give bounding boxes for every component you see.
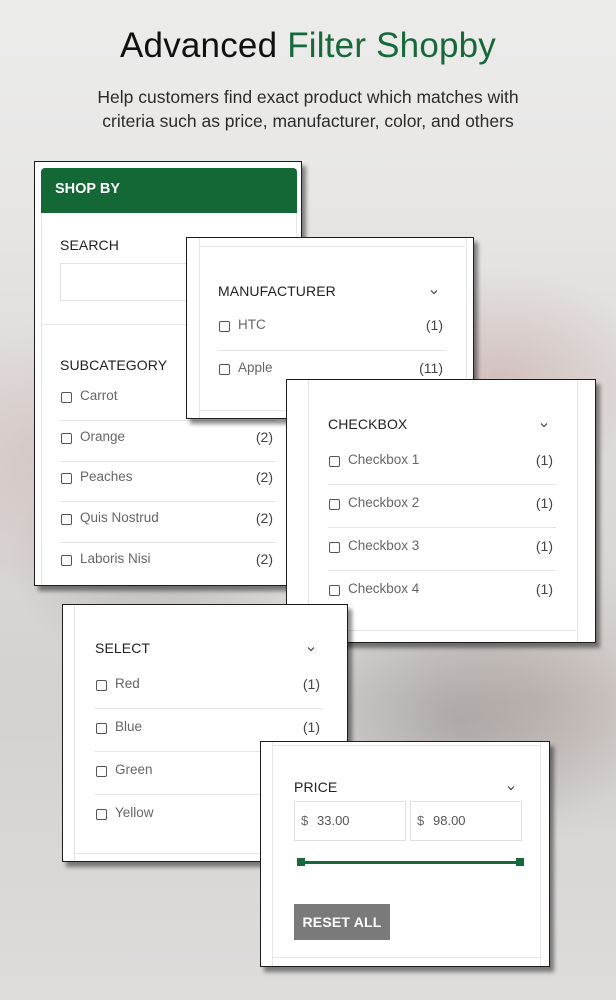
option-count: (1) bbox=[302, 676, 320, 692]
price-slider-track[interactable] bbox=[299, 861, 521, 864]
checkbox-icon[interactable] bbox=[96, 680, 107, 691]
divider bbox=[540, 742, 541, 966]
currency-symbol: $ bbox=[417, 813, 425, 828]
divider bbox=[308, 630, 577, 631]
divider bbox=[199, 238, 200, 418]
divider bbox=[272, 742, 273, 966]
title-main: Advanced bbox=[119, 26, 278, 65]
price-slider-max-handle[interactable] bbox=[516, 858, 524, 866]
chevron-down-icon[interactable] bbox=[429, 288, 439, 296]
option-label: Checkbox 3 bbox=[348, 538, 420, 553]
filter-option[interactable]: Checkbox 1 (1) bbox=[328, 442, 556, 485]
chevron-down-icon[interactable] bbox=[506, 784, 516, 792]
option-label: HTC bbox=[238, 317, 266, 332]
option-label: Peaches bbox=[80, 469, 133, 485]
divider bbox=[41, 213, 42, 585]
price-min-value: 33.00 bbox=[317, 813, 350, 828]
option-label: Carrot bbox=[80, 388, 118, 403]
divider bbox=[308, 380, 309, 642]
checkbox-icon[interactable] bbox=[96, 766, 107, 777]
price-max-input[interactable]: $ 98.00 bbox=[410, 801, 522, 841]
price-title: PRICE bbox=[294, 779, 338, 795]
option-count: (2) bbox=[255, 510, 273, 527]
subcategory-label: SUBCATEGORY bbox=[60, 357, 168, 373]
page-subtitle: Help customers find exact product which … bbox=[0, 85, 616, 133]
option-label: Quis Nostrud bbox=[80, 510, 159, 526]
option-label: Green bbox=[115, 762, 153, 777]
price-panel: PRICE $ 33.00 $ 98.00 RESET ALL bbox=[260, 741, 550, 967]
chevron-down-icon[interactable] bbox=[539, 421, 549, 429]
option-count: (1) bbox=[535, 581, 553, 597]
option-label: Laboris Nisi bbox=[80, 550, 151, 566]
checkbox-title: CHECKBOX bbox=[328, 416, 408, 432]
checkbox-icon[interactable] bbox=[61, 514, 72, 526]
divider bbox=[272, 745, 541, 746]
currency-symbol: $ bbox=[301, 813, 309, 828]
option-label: Checkbox 2 bbox=[348, 495, 420, 510]
divider bbox=[199, 246, 465, 247]
option-label: Red bbox=[115, 676, 140, 691]
filter-option[interactable]: Red (1) bbox=[95, 666, 323, 709]
option-label: Orange bbox=[80, 428, 126, 444]
filter-option[interactable]: Checkbox 3 (1) bbox=[328, 528, 556, 571]
filter-option[interactable]: Checkbox 4 (1) bbox=[328, 571, 556, 614]
option-count: (1) bbox=[535, 495, 553, 511]
checkbox-icon[interactable] bbox=[219, 321, 230, 332]
chevron-down-icon[interactable] bbox=[306, 645, 316, 653]
checkbox-icon[interactable] bbox=[96, 723, 107, 734]
filter-option[interactable]: Orange (2) bbox=[60, 419, 276, 462]
price-max-value: 98.00 bbox=[433, 813, 466, 828]
checkbox-icon[interactable] bbox=[329, 499, 340, 510]
checkbox-icon[interactable] bbox=[219, 364, 230, 375]
price-min-input[interactable]: $ 33.00 bbox=[294, 801, 406, 841]
select-title: SELECT bbox=[95, 640, 151, 656]
option-label: Checkbox 1 bbox=[348, 452, 420, 467]
checkbox-icon[interactable] bbox=[329, 585, 340, 596]
checkbox-icon[interactable] bbox=[61, 473, 72, 485]
checkbox-icon[interactable] bbox=[61, 392, 72, 403]
filter-option[interactable]: Quis Nostrud (2) bbox=[60, 500, 276, 544]
checkbox-icon[interactable] bbox=[96, 809, 107, 820]
search-label: SEARCH bbox=[60, 237, 119, 253]
filter-option[interactable]: Checkbox 2 (1) bbox=[328, 485, 556, 528]
checkbox-icon[interactable] bbox=[61, 432, 72, 444]
filter-option[interactable]: Peaches (2) bbox=[60, 459, 276, 503]
filter-option[interactable]: HTC (1) bbox=[218, 308, 446, 351]
checkbox-icon[interactable] bbox=[329, 542, 340, 553]
filter-option[interactable]: Laboris Nisi (2) bbox=[60, 541, 276, 584]
shop-by-title: SHOP BY bbox=[55, 181, 121, 197]
manufacturer-title: MANUFACTURER bbox=[218, 283, 336, 299]
subtitle-line-2: criteria such as price, manufacturer, co… bbox=[102, 111, 514, 131]
checkbox-icon[interactable] bbox=[329, 456, 340, 467]
option-count: (1) bbox=[302, 719, 320, 735]
option-count: (1) bbox=[535, 452, 553, 468]
shop-by-header: SHOP BY bbox=[41, 168, 297, 213]
option-label: Blue bbox=[115, 719, 143, 734]
option-count: (11) bbox=[419, 360, 443, 376]
price-slider-min-handle[interactable] bbox=[297, 858, 305, 866]
option-count: (2) bbox=[255, 550, 273, 567]
option-count: (2) bbox=[255, 469, 273, 486]
option-label: Apple bbox=[238, 360, 273, 375]
option-count: (1) bbox=[425, 317, 443, 333]
subtitle-line-1: Help customers find exact product which … bbox=[97, 87, 519, 107]
divider bbox=[272, 957, 541, 958]
option-count: (2) bbox=[255, 428, 273, 445]
option-count: (1) bbox=[535, 538, 553, 554]
checkbox-icon[interactable] bbox=[61, 554, 72, 566]
title-accent: Filter Shopby bbox=[287, 26, 497, 65]
divider bbox=[74, 605, 75, 861]
page-title: Advanced Filter Shopby bbox=[0, 26, 616, 66]
option-label: Yellow bbox=[115, 805, 154, 820]
reset-all-button[interactable]: RESET ALL bbox=[294, 904, 390, 940]
divider bbox=[577, 380, 578, 642]
option-label: Checkbox 4 bbox=[348, 581, 420, 596]
